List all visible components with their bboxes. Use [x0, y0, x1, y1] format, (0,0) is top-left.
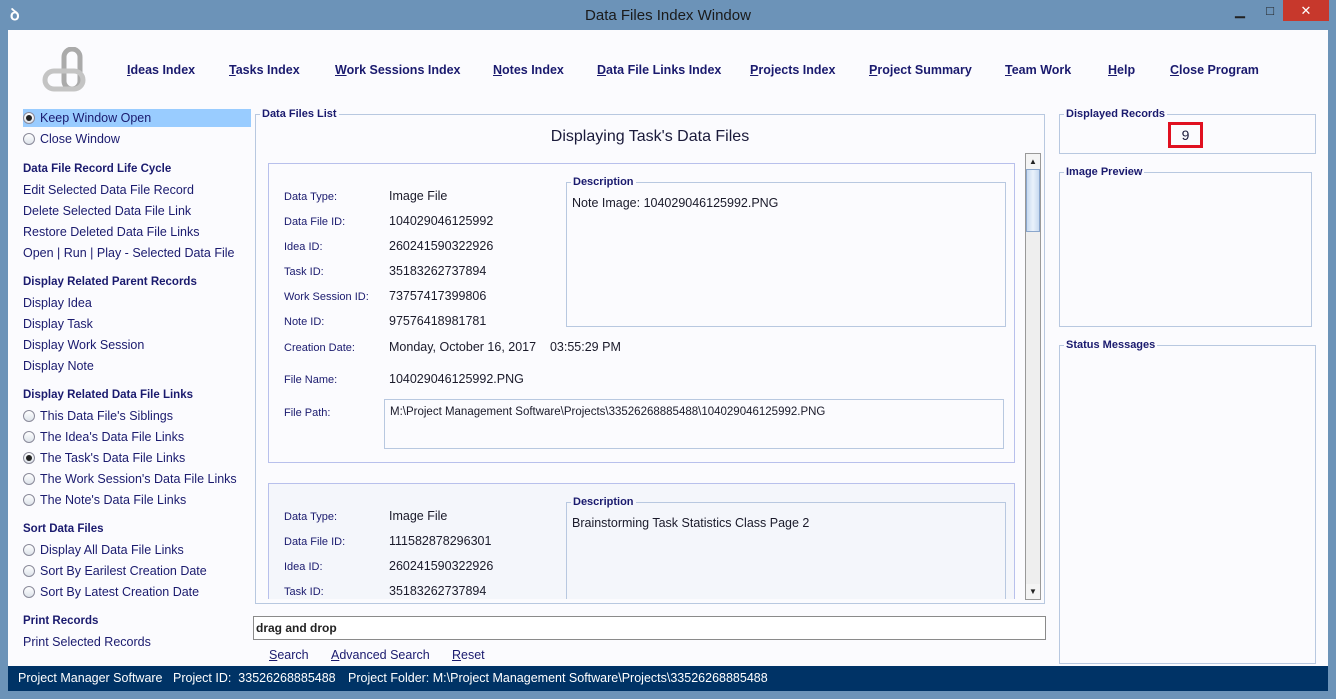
nav-projects-index[interactable]: Projects Index: [750, 63, 835, 77]
reset-button[interactable]: Reset: [452, 648, 485, 662]
siblings-radio[interactable]: This Data File's Siblings: [23, 409, 173, 423]
nav-notes-index[interactable]: Notes Index: [493, 63, 564, 77]
advanced-search-button[interactable]: Advanced Search: [331, 648, 430, 662]
chain-link-logo-icon: [42, 47, 86, 92]
record-card[interactable]: Data Type: Image File Data File ID: 104029…: [268, 163, 1015, 463]
nav-data-file-links-index[interactable]: Data File Links Index: [597, 63, 721, 77]
window-title: Data Files Index Window: [585, 7, 751, 24]
description-box[interactable]: Description Brainstorming Task Statistic…: [566, 496, 1006, 599]
nav-team-work[interactable]: Team Work: [1005, 63, 1071, 77]
sort-earliest-radio[interactable]: Sort By Earilest Creation Date: [23, 564, 207, 578]
keep-window-open-radio[interactable]: Keep Window Open: [23, 111, 151, 125]
list-heading: Displaying Task's Data Files: [550, 128, 750, 145]
open-file-link[interactable]: Open | Run | Play - Selected Data File: [23, 246, 234, 260]
displayed-records-panel: Displayed Records 9: [1059, 108, 1316, 154]
display-idea-link[interactable]: Display Idea: [23, 296, 92, 310]
radio-icon: [23, 133, 35, 145]
status-messages-panel: Status Messages: [1059, 339, 1316, 664]
nav-work-sessions-index[interactable]: Work Sessions Index: [335, 63, 461, 77]
sort-latest-radio[interactable]: Sort By Latest Creation Date: [23, 585, 199, 599]
task-links-radio[interactable]: The Task's Data File Links: [23, 451, 185, 465]
status-bar: Project Manager Software Project ID: 335…: [8, 666, 1328, 691]
restore-links-link[interactable]: Restore Deleted Data File Links: [23, 225, 199, 239]
nav-project-summary[interactable]: Project Summary: [869, 63, 972, 77]
display-work-session-link[interactable]: Display Work Session: [23, 338, 144, 352]
note-links-radio[interactable]: The Note's Data File Links: [23, 493, 186, 507]
title-bar: ꝺ Data Files Index Window: [0, 0, 1336, 30]
file-path-field[interactable]: M:\Project Management Software\Projects\…: [384, 399, 1004, 449]
minimize-button[interactable]: ▁: [1225, 0, 1255, 22]
app-logo-icon: ꝺ: [10, 7, 20, 24]
records-viewport: Data Type: Image File Data File ID: 104029…: [256, 150, 1024, 600]
app-name: Project Manager Software: [18, 671, 163, 685]
scroll-down-arrow-icon[interactable]: ▼: [1026, 584, 1040, 599]
nav-ideas-index[interactable]: Ideas Index: [127, 63, 195, 77]
scroll-thumb[interactable]: [1026, 169, 1040, 232]
sort-heading: Sort Data Files: [23, 523, 104, 535]
maximize-button[interactable]: □: [1255, 0, 1285, 22]
description-box[interactable]: Description Note Image: 104029046125992.…: [566, 176, 1006, 327]
work-session-links-radio[interactable]: The Work Session's Data File Links: [23, 472, 237, 486]
nav-close-program[interactable]: Close Program: [1170, 63, 1259, 77]
scroll-up-arrow-icon[interactable]: ▲: [1026, 154, 1040, 169]
parents-heading: Display Related Parent Records: [23, 276, 197, 288]
record-count: 9: [1168, 122, 1203, 148]
search-input[interactable]: drag and drop: [253, 616, 1046, 640]
radio-icon: [23, 112, 35, 124]
print-selected-link[interactable]: Print Selected Records: [23, 635, 151, 649]
lifecycle-heading: Data File Record Life Cycle: [23, 163, 172, 175]
record-card[interactable]: Data Type: Image File Data File ID: 111582…: [268, 483, 1015, 599]
search-button[interactable]: Search: [269, 648, 309, 662]
edit-record-link[interactable]: Edit Selected Data File Record: [23, 183, 194, 197]
print-heading: Print Records: [23, 615, 99, 627]
idea-links-radio[interactable]: The Idea's Data File Links: [23, 430, 184, 444]
delete-link-link[interactable]: Delete Selected Data File Link: [23, 204, 191, 218]
display-task-link[interactable]: Display Task: [23, 317, 93, 331]
image-preview-panel: Image Preview: [1059, 166, 1312, 327]
vertical-scrollbar[interactable]: ▲ ▼: [1025, 153, 1041, 600]
project-id: Project ID: 33526268885488: [173, 671, 336, 685]
close-window-button[interactable]: ✕: [1283, 0, 1329, 21]
nav-tasks-index[interactable]: Tasks Index: [229, 63, 300, 77]
display-note-link[interactable]: Display Note: [23, 359, 94, 373]
close-window-radio[interactable]: Close Window: [23, 132, 120, 146]
display-all-radio[interactable]: Display All Data File Links: [23, 543, 184, 557]
links-heading: Display Related Data File Links: [23, 389, 194, 401]
nav-help[interactable]: Help: [1108, 63, 1135, 77]
project-folder: Project Folder: M:\Project Management So…: [348, 671, 768, 685]
